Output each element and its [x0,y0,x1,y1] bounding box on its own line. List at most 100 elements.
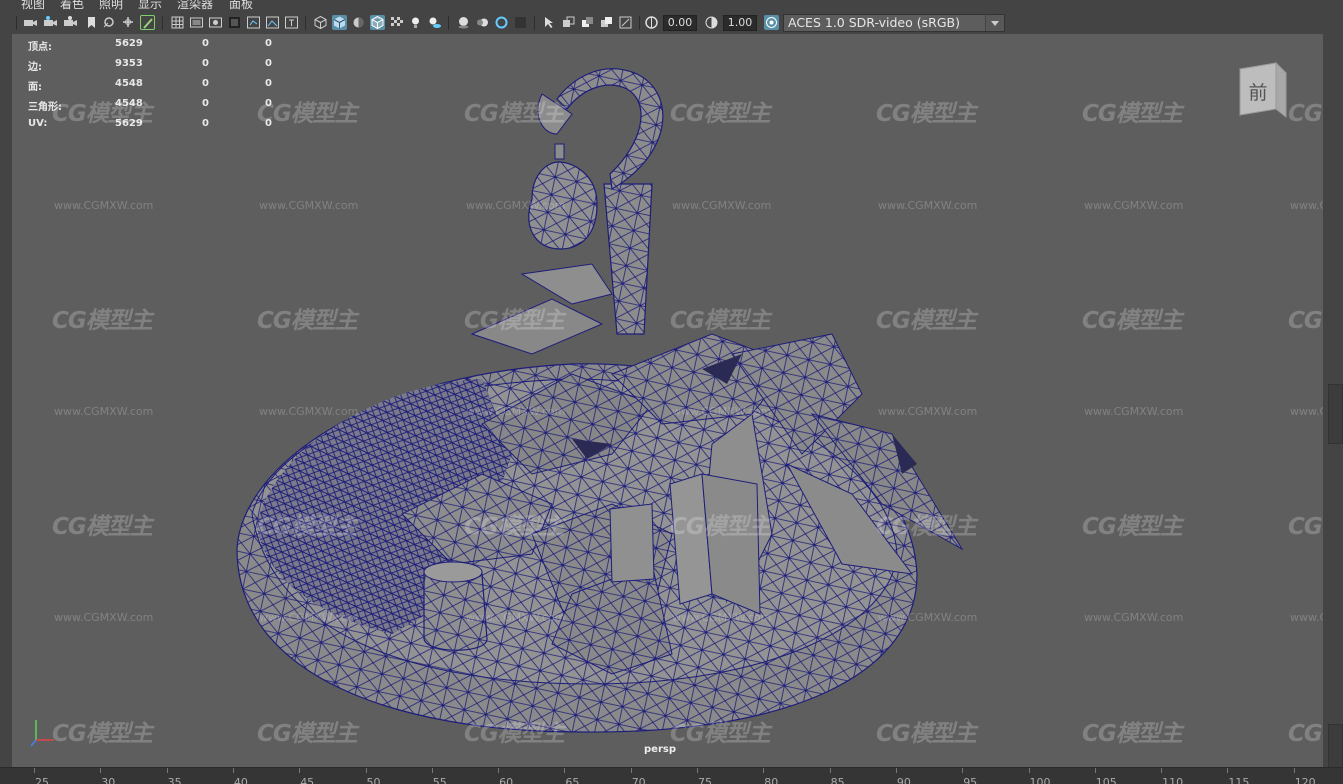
view-cube-face-label: 前 [1248,82,1267,104]
panel-menubar: 视图 着色 照明 显示 渲染器 面板 [0,0,1343,12]
camera-name-label: persp [644,744,676,755]
film-gate-icon[interactable] [189,15,204,30]
shadows-icon[interactable] [427,15,442,30]
timeline-tick-mark [1227,768,1229,773]
side-tab[interactable] [1328,384,1343,444]
backface-culling-icon[interactable] [618,15,633,30]
camera-attributes-icon[interactable] [43,15,58,30]
bookmark-icon[interactable] [84,15,99,30]
hud-label: 顶点: [28,42,52,53]
gamma-icon[interactable] [704,15,719,30]
menu-lighting[interactable]: 照明 [99,0,123,12]
field-chart-icon[interactable] [246,15,261,30]
use-all-lights-icon[interactable] [408,15,423,30]
wireframe-icon[interactable] [313,15,328,30]
gamma-field[interactable]: 1.00 [723,15,757,31]
timeline-tick-mark [232,768,234,773]
panel-toolbar: 0.00 1.00 ACES 1.0 SDR-video (sRGB) [0,12,1343,35]
view-transform-dropdown[interactable]: ACES 1.0 SDR-video (sRGB) [783,14,1005,32]
depth-of-field-icon[interactable] [513,15,528,30]
menu-shading[interactable]: 着色 [60,0,84,12]
menu-show[interactable]: 显示 [138,0,162,12]
timeline-tick-mark [895,768,897,773]
timeline-tick-mark [1028,768,1030,773]
toolbar-separator [162,16,163,30]
toolbar-separator [305,16,306,30]
perspective-viewport[interactable]: 顶点: 5629 0 0 边: 9353 0 0 面: 4548 0 0 三角形… [12,34,1323,767]
hud-selected: 0 [202,78,209,89]
hud-highlighted: 0 [265,78,272,89]
timeline-tick-mark [763,768,765,773]
toolbar-separator [448,16,449,30]
time-slider[interactable]: 25 30 35 40 45 50 55 60 65 70 75 80 85 90 95 100 105 110 1… [0,767,1343,784]
textured-icon[interactable] [389,15,404,30]
select-camera-icon[interactable] [23,15,38,30]
timeline-tick-mark [299,768,301,773]
toolbar-separator [534,16,535,30]
timeline-tick-mark [1094,768,1096,773]
hud-row-faces: 面: 4548 0 0 [28,78,298,98]
default-material-icon[interactable] [351,15,366,30]
hud-selected: 0 [202,118,209,129]
timeline-tick-mark [498,768,500,773]
hud-highlighted: 0 [265,38,272,49]
screen-space-ao-icon[interactable] [456,15,471,30]
resolution-gate-icon[interactable] [208,15,223,30]
hud-row-triangles: 三角形: 4548 0 0 [28,98,298,118]
hud-label: 面: [28,82,42,93]
xray-icon[interactable] [561,15,576,30]
exposure-icon[interactable] [644,15,659,30]
hud-total: 9353 [115,58,143,69]
menu-panels[interactable]: 面板 [229,0,253,12]
timeline-tick-mark [1161,768,1163,773]
toolbar-separator [639,16,640,30]
safe-title-icon[interactable] [284,15,299,30]
anti-aliasing-icon[interactable] [494,15,509,30]
timeline-tick-mark [1293,768,1295,773]
maya-window: 视图 着色 照明 显示 渲染器 面板 0.00 1.00 ACES 1.0 SD… [0,0,1343,784]
timeline-tick-mark [365,768,367,773]
chevron-down-icon[interactable] [985,15,1004,31]
xray-joints-icon[interactable] [580,15,595,30]
hud-highlighted: 0 [265,98,272,109]
motion-blur-icon[interactable] [475,15,490,30]
wireframe-on-shaded-icon[interactable] [370,15,385,30]
hud-row-edges: 边: 9353 0 0 [28,58,298,78]
timeline-tick-mark [34,768,35,773]
isolate-select-icon[interactable] [542,15,557,30]
two-d-pan-zoom-icon[interactable] [121,15,136,30]
right-panel-strip [1323,34,1343,784]
scene-mesh[interactable] [12,34,1323,767]
hud-row-vertices: 顶点: 5629 0 0 [28,38,298,58]
left-panel-strip [0,34,12,767]
hud-total: 4548 [115,78,143,89]
timeline-tick-mark [962,768,964,773]
color-management-icon[interactable] [764,15,779,30]
hud-row-uvs: UV: 5629 0 0 [28,118,298,138]
hud-label: UV: [28,118,48,129]
timeline-tick-mark [564,768,566,773]
exposure-field[interactable]: 0.00 [663,15,697,31]
safe-action-icon[interactable] [265,15,280,30]
hud-highlighted: 0 [265,118,272,129]
timeline-tick-mark [431,768,433,773]
gate-mask-icon[interactable] [227,15,242,30]
menu-renderer[interactable]: 渲染器 [177,0,213,12]
grease-pencil-icon[interactable] [140,15,155,30]
smooth-shade-icon[interactable] [332,15,347,30]
bookmark-camera-icon[interactable] [63,15,78,30]
image-plane-icon[interactable] [102,15,117,30]
menu-view[interactable]: 视图 [21,0,45,12]
timeline-tick-mark [697,768,698,773]
hud-total: 5629 [115,38,143,49]
xray-components-icon[interactable] [599,15,614,30]
hud-total: 4548 [115,98,143,109]
grid-icon[interactable] [170,15,185,30]
timeline-tick-mark [630,768,632,773]
timeline-tick-mark [166,768,168,773]
toolbar-separator [16,16,17,30]
view-cube[interactable]: 前 [1230,59,1290,129]
hud-label: 边: [28,62,42,73]
hud-selected: 0 [202,38,209,49]
barrel-mesh [423,561,488,651]
